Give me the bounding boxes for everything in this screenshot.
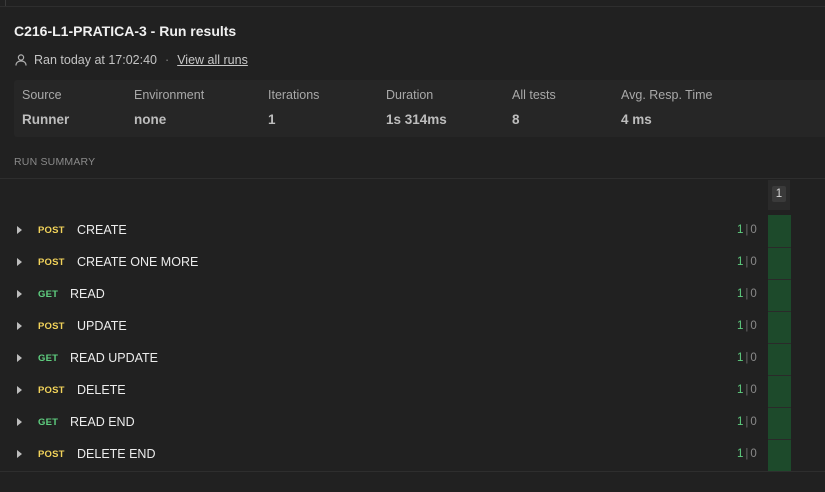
passed-count: 1 [737,384,744,396]
expand-arrow-icon[interactable] [17,258,22,266]
request-row[interactable]: POST DELETE 1 | 0 [0,375,768,407]
test-counts: 1 | 0 [737,416,757,428]
iteration-cell-divider [768,247,791,248]
request-row[interactable]: GET READ 1 | 0 [0,279,768,311]
http-method-badge: GET [38,417,59,428]
test-counts: 1 | 0 [737,384,757,396]
passed-count: 1 [737,224,744,236]
count-separator: | [745,256,749,268]
test-counts: 1 | 0 [737,448,757,460]
request-name: READ [70,287,105,301]
stat-value: 1 [268,112,276,127]
iteration-cell-divider [768,343,791,344]
stat-label: Source [22,88,62,102]
count-separator: | [745,320,749,332]
iteration-cell-divider [768,279,791,280]
stat-value: Runner [22,112,70,127]
request-row[interactable]: POST UPDATE 1 | 0 [0,311,768,343]
view-all-runs-link[interactable]: View all runs [177,53,248,67]
ran-time: Ran today at 17:02:40 [34,53,158,67]
iteration-cell-divider [768,439,791,440]
divider [0,6,825,7]
request-row[interactable]: GET READ UPDATE 1 | 0 [0,343,768,375]
http-method-badge: GET [38,289,59,300]
stat-label: Avg. Resp. Time [621,88,713,102]
test-counts: 1 | 0 [737,288,757,300]
stat-value: 8 [512,112,520,127]
iteration-column-header[interactable]: 1 [768,180,790,210]
failed-count: 0 [750,224,757,236]
failed-count: 0 [750,256,757,268]
count-separator: | [745,224,749,236]
failed-count: 0 [750,416,757,428]
http-method-badge: POST [38,257,65,268]
stat-value: 4 ms [621,112,652,127]
passed-count: 1 [737,416,744,428]
expand-arrow-icon[interactable] [17,226,22,234]
request-row[interactable]: POST DELETE END 1 | 0 [0,439,768,471]
http-method-badge: GET [38,353,59,364]
stat-label: Iterations [268,88,320,102]
passed-count: 1 [737,288,744,300]
iteration-cell-divider [768,311,791,312]
test-counts: 1 | 0 [737,352,757,364]
user-icon [15,54,27,66]
request-row[interactable]: POST CREATE 1 | 0 [0,215,768,247]
request-name: READ END [70,415,135,429]
stat-label: Environment [134,88,205,102]
http-method-badge: POST [38,225,65,236]
request-row[interactable]: GET READ END 1 | 0 [0,407,768,439]
stat-label: All tests [512,88,556,102]
test-counts: 1 | 0 [737,320,757,332]
count-separator: | [745,352,749,364]
request-name: READ UPDATE [70,351,158,365]
count-separator: | [745,448,749,460]
failed-count: 0 [750,288,757,300]
passed-count: 1 [737,320,744,332]
stat-label: Duration [386,88,434,102]
test-counts: 1 | 0 [737,224,757,236]
http-method-badge: POST [38,385,65,396]
http-method-badge: POST [38,449,65,460]
request-row[interactable]: POST CREATE ONE MORE 1 | 0 [0,247,768,279]
test-counts: 1 | 0 [737,256,757,268]
passed-count: 1 [737,448,744,460]
expand-arrow-icon[interactable] [17,418,22,426]
divider [0,471,825,472]
run-stats: Source Runner Environment none Iteration… [14,80,825,137]
expand-arrow-icon[interactable] [17,450,22,458]
count-separator: | [745,416,749,428]
expand-arrow-icon[interactable] [17,354,22,362]
iteration-cell-divider [768,407,791,408]
passed-count: 1 [737,256,744,268]
passed-count: 1 [737,352,744,364]
request-name: CREATE [77,223,127,237]
failed-count: 0 [750,352,757,364]
request-name: DELETE END [77,447,156,461]
meta-separator: · [165,53,170,67]
failed-count: 0 [750,320,757,332]
divider [0,178,825,179]
failed-count: 0 [750,448,757,460]
count-separator: | [745,384,749,396]
request-name: CREATE ONE MORE [77,255,199,269]
request-name: UPDATE [77,319,127,333]
stat-value: none [134,112,167,127]
expand-arrow-icon[interactable] [17,290,22,298]
stat-value: 1s 314ms [386,112,447,127]
run-meta: Ran today at 17:02:40 · View all runs [14,52,248,68]
http-method-badge: POST [38,321,65,332]
failed-count: 0 [750,384,757,396]
expand-arrow-icon[interactable] [17,322,22,330]
count-separator: | [745,288,749,300]
request-name: DELETE [77,383,126,397]
expand-arrow-icon[interactable] [17,386,22,394]
iteration-cell-divider [768,375,791,376]
run-summary-label: RUN SUMMARY [14,156,96,168]
iteration-number: 1 [772,186,786,202]
page-title: C216-L1-PRATICA-3 - Run results [14,23,237,39]
